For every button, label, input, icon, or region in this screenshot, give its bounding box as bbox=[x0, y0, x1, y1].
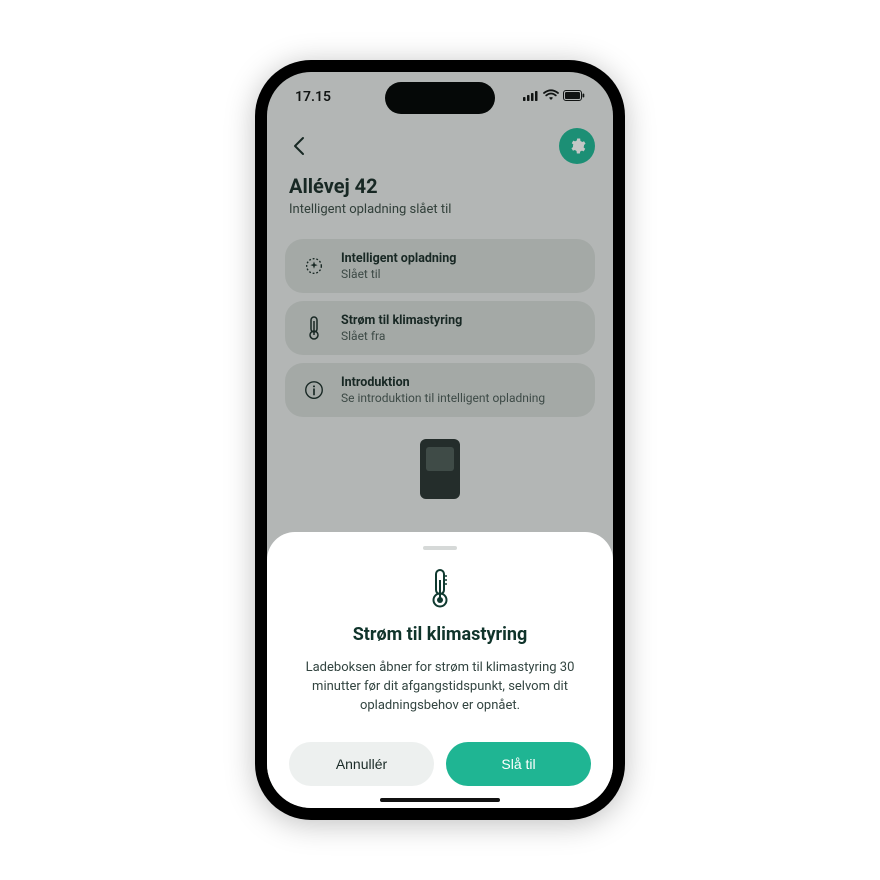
thermometer-icon bbox=[423, 566, 457, 610]
sheet-buttons: Annullér Slå til bbox=[289, 742, 591, 786]
sheet-handle[interactable] bbox=[423, 546, 457, 550]
phone-frame: 17.15 bbox=[255, 60, 625, 820]
bottom-sheet: Strøm til klimastyring Ladeboksen åbner … bbox=[267, 532, 613, 808]
sheet-title: Strøm til klimastyring bbox=[289, 624, 591, 645]
cancel-button[interactable]: Annullér bbox=[289, 742, 434, 786]
sheet-body: Ladeboksen åbner for strøm til klimastyr… bbox=[289, 659, 591, 716]
home-indicator[interactable] bbox=[380, 798, 500, 802]
confirm-button[interactable]: Slå til bbox=[446, 742, 591, 786]
phone-screen: 17.15 bbox=[267, 72, 613, 808]
